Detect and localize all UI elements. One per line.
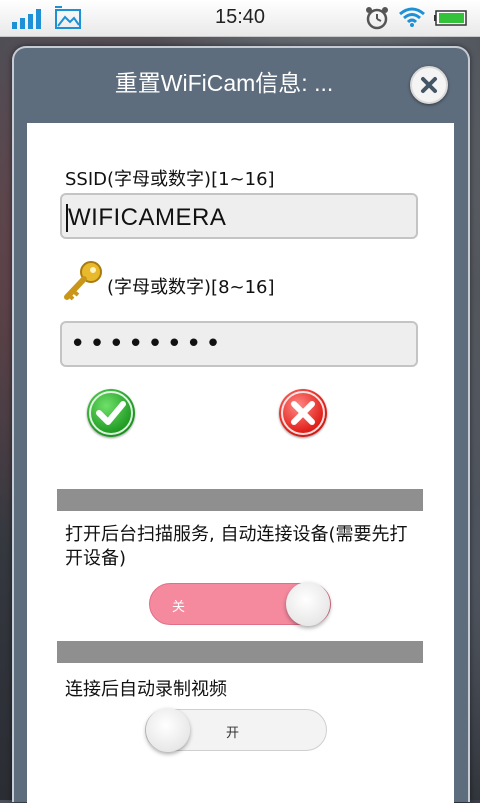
ssid-label: SSID(字母或数字)[1~16] — [65, 169, 275, 190]
alarm-icon — [366, 7, 388, 30]
cross-icon — [291, 401, 315, 425]
wifi-icon — [399, 7, 425, 27]
confirm-button[interactable] — [87, 389, 135, 437]
auto-record-label: 连接后自动录制视频 — [65, 679, 227, 700]
close-icon — [421, 77, 437, 93]
ssid-input[interactable]: WIFICAMERA — [60, 193, 418, 239]
scan-service-toggle[interactable]: 关 — [149, 582, 331, 626]
password-value: •••••••• — [70, 329, 225, 359]
toggle-state-label: 开 — [226, 726, 240, 741]
battery-icon — [434, 10, 467, 26]
toggle-state-label: 关 — [172, 600, 186, 615]
toggle-knob — [146, 708, 190, 752]
section-divider — [57, 489, 423, 511]
close-button[interactable] — [410, 66, 448, 104]
key-icon — [64, 261, 102, 301]
status-bar: 15:40 — [0, 0, 480, 37]
cancel-button[interactable] — [279, 389, 327, 437]
ssid-value: WIFICAMERA — [68, 204, 227, 231]
dialog-title: 重置WiFiCam信息: ... — [114, 70, 334, 96]
password-input[interactable]: •••••••• — [60, 321, 418, 367]
check-icon — [96, 401, 126, 425]
scan-service-label: 打开后台扫描服务, 自动连接设备(需要先打开设备) — [65, 524, 408, 569]
auto-record-toggle[interactable]: 开 — [145, 708, 327, 752]
section-divider — [57, 641, 423, 663]
dialog-content: SSID(字母或数字)[1~16] WIFICAMERA (字母或数字)[8~1… — [27, 123, 454, 803]
reset-wificam-dialog: 重置WiFiCam信息: ... SSID(字母或数字)[1~16] WIFIC… — [12, 46, 470, 803]
toggle-knob — [286, 582, 330, 626]
password-label: (字母或数字)[8~16] — [107, 277, 275, 298]
